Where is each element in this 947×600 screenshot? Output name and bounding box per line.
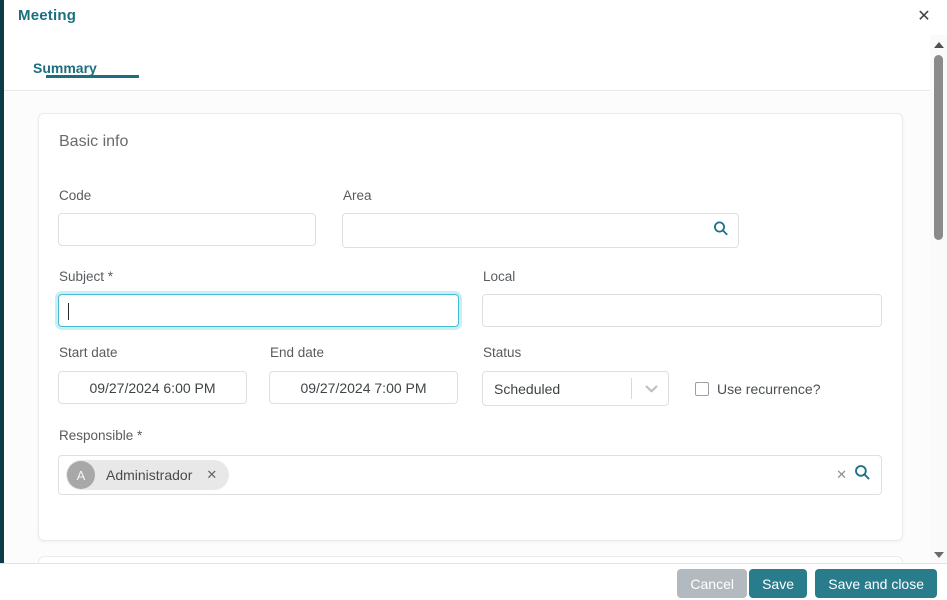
vertical-scrollbar[interactable]: [930, 35, 947, 563]
search-icon[interactable]: [854, 464, 871, 486]
select-divider: [631, 378, 632, 399]
tab-active-underline: [46, 75, 139, 78]
use-recurrence-row[interactable]: Use recurrence?: [695, 381, 821, 397]
status-label: Status: [483, 345, 522, 360]
code-input[interactable]: [58, 213, 316, 246]
avatar: A: [67, 461, 95, 489]
responsible-label: Responsible *: [59, 428, 143, 443]
tab-summary[interactable]: Summary: [33, 60, 139, 78]
basic-info-card: Basic info Code Area Subject * Local Sta…: [38, 113, 903, 541]
start-date-input[interactable]: [58, 371, 247, 404]
footer-bar: Cancel Save Save and close: [0, 563, 947, 600]
responsible-field[interactable]: A Administrador ✕ ✕: [58, 455, 882, 495]
chevron-down-icon[interactable]: [645, 380, 658, 398]
text-caret: [68, 303, 69, 320]
scrollbar-thumb[interactable]: [934, 55, 943, 240]
area-lookup-field[interactable]: [342, 213, 739, 248]
responsible-chip: A Administrador ✕: [66, 460, 230, 490]
section-title: Basic info: [59, 133, 129, 150]
subject-input[interactable]: [58, 294, 459, 327]
status-selected-value: Scheduled: [494, 380, 561, 397]
dialog-title: Meeting: [18, 7, 77, 24]
end-date-input[interactable]: [269, 371, 458, 404]
tab-summary-label: Summary: [33, 60, 97, 76]
tab-bar: Summary: [4, 34, 947, 91]
start-date-label: Start date: [59, 345, 118, 360]
dialog-header: Meeting ✕: [4, 0, 947, 34]
search-icon[interactable]: [713, 220, 729, 241]
close-icon[interactable]: ✕: [913, 6, 935, 28]
local-input[interactable]: [482, 294, 882, 327]
local-label: Local: [483, 269, 516, 284]
dialog-body: Basic info Code Area Subject * Local Sta…: [4, 92, 947, 586]
cancel-button[interactable]: Cancel: [677, 569, 747, 598]
status-select[interactable]: Scheduled: [482, 371, 669, 406]
scroll-up-icon[interactable]: [934, 42, 944, 48]
use-recurrence-checkbox[interactable]: [695, 382, 709, 396]
save-button[interactable]: Save: [749, 569, 807, 598]
chip-name: Administrador: [106, 467, 193, 483]
area-label: Area: [343, 188, 372, 203]
code-label: Code: [59, 188, 92, 203]
clear-icon[interactable]: ✕: [836, 467, 847, 483]
chip-remove-icon[interactable]: ✕: [206, 467, 217, 483]
end-date-label: End date: [270, 345, 325, 360]
scroll-down-icon[interactable]: [934, 552, 944, 558]
use-recurrence-label: Use recurrence?: [717, 381, 821, 397]
save-and-close-button[interactable]: Save and close: [815, 569, 937, 598]
subject-label: Subject *: [59, 269, 114, 284]
